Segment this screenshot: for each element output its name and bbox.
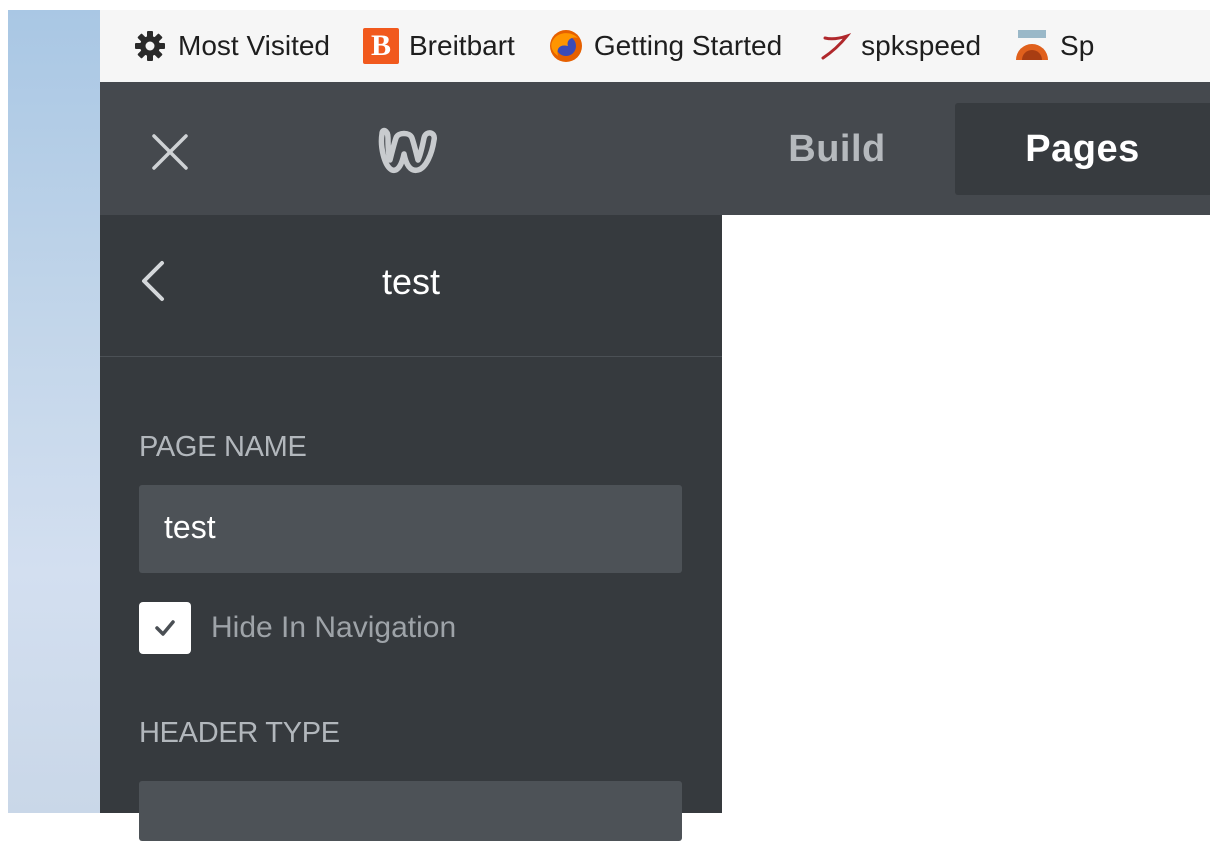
breitbart-logo-letter: B xyxy=(363,28,399,64)
page-name-value: test xyxy=(164,509,216,545)
gear-icon xyxy=(132,28,168,64)
bookmark-most-visited[interactable]: Most Visited xyxy=(132,26,330,66)
firefox-icon xyxy=(548,28,584,64)
header-type-label: HEADER TYPE xyxy=(139,717,340,749)
bookmark-label: Getting Started xyxy=(593,30,783,61)
bookmark-label: Most Visited xyxy=(178,30,330,61)
hide-in-navigation-row[interactable]: Hide In Navigation xyxy=(139,601,456,655)
page-title: test xyxy=(381,261,441,302)
speedtest-icon xyxy=(1014,28,1050,64)
close-editor-button[interactable] xyxy=(150,132,190,172)
breitbart-logo-icon: B xyxy=(363,28,399,64)
editor-topbar: Build Pages xyxy=(100,82,1210,215)
window-frame-left xyxy=(0,0,8,813)
hide-in-navigation-label: Hide In Navigation xyxy=(211,611,457,644)
panel-header: test xyxy=(100,215,722,357)
checkmark-icon xyxy=(155,620,175,636)
page-settings-panel: test PAGE NAME test Hide In Navigation H… xyxy=(100,215,722,841)
close-icon xyxy=(152,134,188,170)
tab-build[interactable]: Build xyxy=(760,103,914,195)
spkspeed-icon xyxy=(815,28,852,64)
bookmark-spkspeed[interactable]: spkspeed xyxy=(815,26,981,66)
bookmark-label: Sp xyxy=(1060,30,1095,61)
editor-canvas[interactable] xyxy=(722,215,1210,813)
page-name-label: PAGE NAME xyxy=(139,431,307,463)
bookmark-getting-started[interactable]: Getting Started xyxy=(548,26,782,66)
bookmark-breitbart[interactable]: B Breitbart xyxy=(363,26,515,66)
weebly-logo-icon[interactable] xyxy=(376,126,446,178)
desktop-background xyxy=(8,10,100,813)
bookmark-label: spkspeed xyxy=(861,30,982,61)
tab-pages[interactable]: Pages xyxy=(955,103,1210,195)
hide-in-navigation-checkbox[interactable] xyxy=(139,602,191,654)
header-type-select[interactable] xyxy=(139,781,682,841)
page-name-input[interactable]: test xyxy=(139,485,682,573)
bookmark-label: Breitbart xyxy=(409,30,515,61)
bookmark-speedtest[interactable]: Sp xyxy=(1014,26,1094,66)
bookmarks-bar: Most Visited B Breitbart Getting Started… xyxy=(100,10,1210,83)
window-frame-top xyxy=(0,0,1210,10)
